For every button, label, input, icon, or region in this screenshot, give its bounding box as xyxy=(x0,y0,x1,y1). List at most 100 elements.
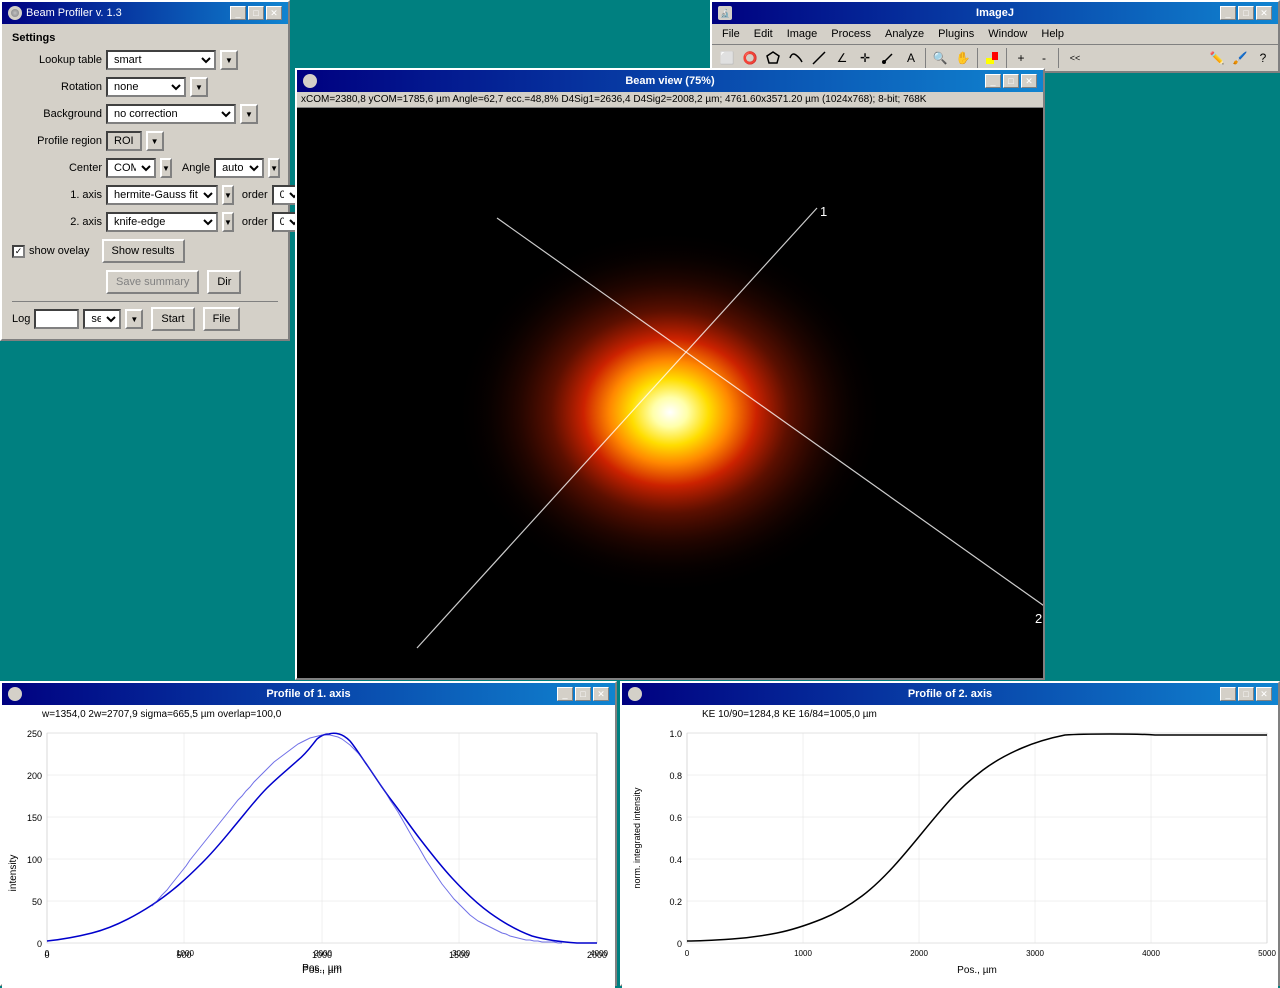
svg-text:Pos., µm: Pos., µm xyxy=(302,965,342,976)
center-arrow[interactable]: ▼ xyxy=(160,158,172,178)
center-angle-row: Center COM peak manual ▼ Angle auto 0° 4… xyxy=(12,158,278,178)
imagej-close-btn[interactable]: ✕ xyxy=(1256,6,1272,20)
menu-analyze[interactable]: Analyze xyxy=(879,26,930,42)
axis1-arrow[interactable]: ▼ xyxy=(222,185,234,205)
center-label: Center xyxy=(12,162,102,174)
svg-text:1000: 1000 xyxy=(794,949,812,958)
hand-tool[interactable]: ✋ xyxy=(952,47,974,69)
profile2-restore-btn[interactable]: □ xyxy=(1238,687,1254,701)
profile1-minimize-btn[interactable]: _ xyxy=(557,687,573,701)
text-tool[interactable]: A xyxy=(900,47,922,69)
svg-text:Pos., µm: Pos., µm xyxy=(957,965,997,976)
toolbar-sep4 xyxy=(1058,48,1059,68)
profile-region-arrow[interactable]: ▼ xyxy=(146,131,164,151)
log-input[interactable] xyxy=(34,309,79,329)
profile1-close-btn[interactable]: ✕ xyxy=(593,687,609,701)
minimize-btn[interactable]: _ xyxy=(230,6,246,20)
svg-text:0: 0 xyxy=(37,939,42,949)
magnify-tool[interactable]: 🔍 xyxy=(929,47,951,69)
rotation-select[interactable]: none 90° 180° 270° xyxy=(106,77,186,97)
profile2-controls: _ □ ✕ xyxy=(1220,687,1272,701)
toolbar-sep1 xyxy=(925,48,926,68)
profile1-restore-btn[interactable]: □ xyxy=(575,687,591,701)
point-tool[interactable]: ✛ xyxy=(854,47,876,69)
log-unit-arrow[interactable]: ▼ xyxy=(125,309,143,329)
menu-process[interactable]: Process xyxy=(825,26,877,42)
axis2-label: 2. axis xyxy=(12,216,102,228)
lookup-table-select[interactable]: smart fire rainbow grays xyxy=(106,50,216,70)
profile1-chart-area: w=1354,0 2w=2707,9 sigma=665,5 µm overla… xyxy=(2,705,615,988)
toolbar-sep3 xyxy=(1006,48,1007,68)
color-picker-tool[interactable] xyxy=(981,47,1003,69)
settings-titlebar: Beam Profiler v. 1.3 _ □ ✕ xyxy=(2,2,288,24)
zoom-in-btn[interactable]: + xyxy=(1010,47,1032,69)
maximize-btn[interactable]: □ xyxy=(248,6,264,20)
menu-window[interactable]: Window xyxy=(982,26,1033,42)
lookup-table-arrow[interactable]: ▼ xyxy=(220,50,238,70)
menu-help[interactable]: Help xyxy=(1035,26,1070,42)
profile1-panel: Profile of 1. axis _ □ ✕ w=1354,0 2w=270… xyxy=(0,681,617,986)
menu-edit[interactable]: Edit xyxy=(748,26,779,42)
svg-text:0.8: 0.8 xyxy=(669,771,682,781)
dir-button[interactable]: Dir xyxy=(207,270,241,294)
svg-text:200: 200 xyxy=(27,771,42,781)
save-summary-button[interactable]: Save summary xyxy=(106,270,199,294)
beam-title-controls: _ □ ✕ xyxy=(985,74,1037,88)
polygon-select-tool[interactable] xyxy=(762,47,784,69)
svg-text:2: 2 xyxy=(1035,611,1042,626)
beam-title: Beam view (75%) xyxy=(625,75,714,87)
profile2-icon xyxy=(628,687,642,701)
edit-pencil-icon[interactable]: ✏️ xyxy=(1206,47,1228,69)
imagej-titlebar: 🔬 ImageJ _ □ ✕ xyxy=(712,2,1278,24)
freehand-select-tool[interactable] xyxy=(785,47,807,69)
file-button[interactable]: File xyxy=(203,307,241,331)
profile2-close-btn[interactable]: ✕ xyxy=(1256,687,1272,701)
svg-text:4000: 4000 xyxy=(1142,949,1160,958)
zoom-out-btn[interactable]: - xyxy=(1033,47,1055,69)
oval-select-tool[interactable]: ⭕ xyxy=(739,47,761,69)
close-btn[interactable]: ✕ xyxy=(266,6,282,20)
background-label: Background xyxy=(12,108,102,120)
beam-maximize-btn[interactable]: □ xyxy=(1003,74,1019,88)
rotation-arrow[interactable]: ▼ xyxy=(190,77,208,97)
beam-view-panel: Beam view (75%) _ □ ✕ xCOM=2380,8 yCOM=1… xyxy=(295,68,1045,680)
svg-text:1.0: 1.0 xyxy=(669,729,682,739)
previous-image-btn[interactable]: << xyxy=(1062,47,1088,69)
angle-arrow[interactable]: ▼ xyxy=(268,158,280,178)
svg-text:0: 0 xyxy=(677,939,682,949)
axis2-arrow[interactable]: ▼ xyxy=(222,212,234,232)
axis2-row: 2. axis knife-edge Gaussian fit hermite-… xyxy=(12,212,278,232)
axis1-order-label: order xyxy=(242,189,268,201)
center-select[interactable]: COM peak manual xyxy=(106,158,156,178)
profile2-titlebar: Profile of 2. axis _ □ ✕ xyxy=(622,683,1278,705)
beam-minimize-btn[interactable]: _ xyxy=(985,74,1001,88)
line-tool[interactable] xyxy=(808,47,830,69)
rect-select-tool[interactable]: ⬜ xyxy=(716,47,738,69)
angle-tool[interactable]: ∠ xyxy=(831,47,853,69)
imagej-minimize-btn[interactable]: _ xyxy=(1220,6,1236,20)
angle-select[interactable]: auto 0° 45° 90° xyxy=(214,158,264,178)
svg-text:1: 1 xyxy=(820,204,827,219)
wand-tool[interactable] xyxy=(877,47,899,69)
beam-close-btn[interactable]: ✕ xyxy=(1021,74,1037,88)
start-button[interactable]: Start xyxy=(151,307,194,331)
profile1-title: Profile of 1. axis xyxy=(266,688,350,700)
show-results-button[interactable]: Show results xyxy=(102,239,185,263)
log-unit-select[interactable]: sec min xyxy=(83,309,121,329)
menu-image[interactable]: Image xyxy=(781,26,824,42)
question-icon[interactable]: ? xyxy=(1252,47,1274,69)
background-select[interactable]: no correction auto manual xyxy=(106,104,236,124)
axis2-select[interactable]: knife-edge Gaussian fit hermite-Gauss fi… xyxy=(106,212,218,232)
imagej-maximize-btn[interactable]: □ xyxy=(1238,6,1254,20)
show-overlay-label: show ovelay xyxy=(29,245,90,257)
log-label: Log xyxy=(12,313,30,325)
axis1-select[interactable]: hermite-Gauss fit Gaussian fit knife-edg… xyxy=(106,185,218,205)
profile2-minimize-btn[interactable]: _ xyxy=(1220,687,1236,701)
svg-text:intensity: intensity xyxy=(8,855,19,892)
show-overlay-checkbox[interactable]: ✓ xyxy=(12,245,25,258)
rotation-label: Rotation xyxy=(12,81,102,93)
paintbrush-icon[interactable]: 🖌️ xyxy=(1229,47,1251,69)
background-arrow[interactable]: ▼ xyxy=(240,104,258,124)
menu-plugins[interactable]: Plugins xyxy=(932,26,980,42)
menu-file[interactable]: File xyxy=(716,26,746,42)
